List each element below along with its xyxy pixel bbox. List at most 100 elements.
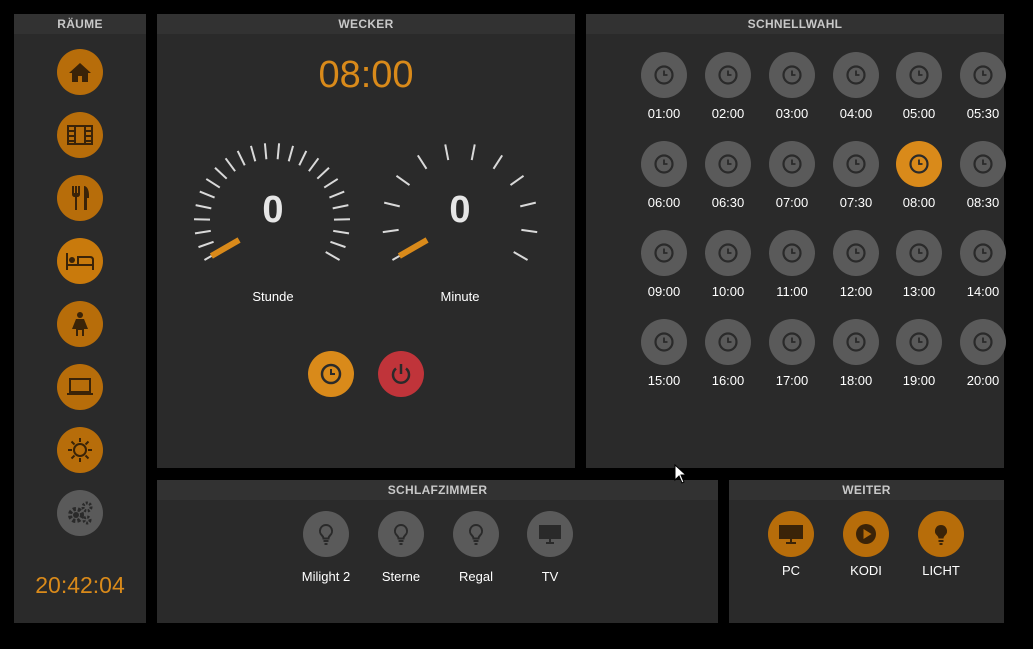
- device-pc[interactable]: PC: [751, 511, 831, 578]
- fork-knife-icon: [72, 186, 89, 210]
- quick-time-0730[interactable]: 07:30: [828, 141, 884, 210]
- clock-icon: [782, 65, 802, 85]
- home-icon: [69, 63, 91, 82]
- clock-button[interactable]: [833, 319, 879, 365]
- clock-button[interactable]: [641, 52, 687, 98]
- clock-icon: [973, 65, 993, 85]
- clock-button[interactable]: [896, 52, 942, 98]
- clock-button[interactable]: [769, 141, 815, 187]
- clock-button[interactable]: [896, 319, 942, 365]
- quick-time-label: 17:00: [775, 373, 809, 388]
- dial-tick: [236, 150, 246, 166]
- room-child-button[interactable]: [57, 301, 103, 347]
- quick-time-0500[interactable]: 05:00: [891, 52, 947, 121]
- gears-icon: [68, 501, 93, 525]
- clock-icon: [909, 243, 929, 263]
- quick-time-1800[interactable]: 18:00: [828, 319, 884, 388]
- clock-button[interactable]: [896, 230, 942, 276]
- quick-time-0600[interactable]: 06:00: [636, 141, 692, 210]
- hour-value: 0: [262, 189, 284, 231]
- dial-tick: [194, 229, 211, 235]
- dial-tick: [329, 190, 345, 199]
- quick-time-1100[interactable]: 11:00: [764, 230, 820, 299]
- clock-icon: [718, 332, 738, 352]
- quick-time-label: 07:30: [839, 195, 873, 210]
- clock-button[interactable]: [960, 141, 1006, 187]
- quick-time-label: 03:00: [775, 106, 809, 121]
- quick-time-0400[interactable]: 04:00: [828, 52, 884, 121]
- device-label: Sterne: [381, 569, 421, 584]
- clock-button[interactable]: [705, 230, 751, 276]
- clock-button[interactable]: [705, 141, 751, 187]
- clock-icon: [909, 332, 929, 352]
- clock-button[interactable]: [705, 52, 751, 98]
- quick-time-1600[interactable]: 16:00: [700, 319, 756, 388]
- quick-time-2000[interactable]: 20:00: [955, 319, 1011, 388]
- set-alarm-button[interactable]: [308, 351, 354, 397]
- quick-time-0300[interactable]: 03:00: [764, 52, 820, 121]
- quick-time-1200[interactable]: 12:00: [828, 230, 884, 299]
- device-milight[interactable]: Milight 2: [286, 511, 366, 584]
- clock-button[interactable]: [833, 230, 879, 276]
- quick-time-0630[interactable]: 06:30: [700, 141, 756, 210]
- clock-icon: [320, 363, 342, 385]
- quick-time-label: 19:00: [902, 373, 936, 388]
- clock-button[interactable]: [960, 230, 1006, 276]
- clock-button[interactable]: [833, 141, 879, 187]
- room-home-button[interactable]: [57, 49, 103, 95]
- clock-button[interactable]: [641, 141, 687, 187]
- minute-value: 0: [449, 189, 471, 231]
- quick-time-1400[interactable]: 14:00: [955, 230, 1011, 299]
- room-outdoor-button[interactable]: [57, 427, 103, 473]
- room-tv-button[interactable]: [57, 112, 103, 158]
- quick-time-1900[interactable]: 19:00: [891, 319, 947, 388]
- device-label: Milight 2: [301, 569, 351, 584]
- clock-button[interactable]: [769, 319, 815, 365]
- clock-button[interactable]: [960, 319, 1006, 365]
- room-office-button[interactable]: [57, 364, 103, 410]
- device-licht[interactable]: LICHT: [901, 511, 981, 578]
- more-title: WEITER: [729, 480, 1004, 500]
- clock-button[interactable]: [769, 230, 815, 276]
- dial-needle: [397, 237, 429, 259]
- clock-button[interactable]: [960, 52, 1006, 98]
- clock-icon: [846, 65, 866, 85]
- quick-time-0830[interactable]: 08:30: [955, 141, 1011, 210]
- clock-icon: [782, 243, 802, 263]
- quick-time-0800[interactable]: 08:00: [891, 141, 947, 210]
- clock-button[interactable]: [641, 230, 687, 276]
- device-sterne[interactable]: Sterne: [361, 511, 441, 584]
- monitor-icon: [779, 525, 803, 544]
- quick-time-1500[interactable]: 15:00: [636, 319, 692, 388]
- clock-icon: [973, 332, 993, 352]
- quick-time-1300[interactable]: 13:00: [891, 230, 947, 299]
- quick-time-0700[interactable]: 07:00: [764, 141, 820, 210]
- quick-time-0530[interactable]: 05:30: [955, 52, 1011, 121]
- clock-button[interactable]: [769, 52, 815, 98]
- quick-time-1000[interactable]: 10:00: [700, 230, 756, 299]
- clock-button[interactable]: [705, 319, 751, 365]
- dial-tick: [383, 201, 400, 208]
- alarm-power-button[interactable]: [378, 351, 424, 397]
- dial-tick: [416, 154, 428, 170]
- device-tv[interactable]: TV: [510, 511, 590, 584]
- device-kodi[interactable]: KODI: [826, 511, 906, 578]
- room-kitchen-button[interactable]: [57, 175, 103, 221]
- room-bedroom-button[interactable]: [57, 238, 103, 284]
- clock-icon: [909, 154, 929, 174]
- device-regal[interactable]: Regal: [436, 511, 516, 584]
- clock-button[interactable]: [641, 319, 687, 365]
- quick-time-0100[interactable]: 01:00: [636, 52, 692, 121]
- dial-tick: [444, 144, 450, 161]
- clock-icon: [782, 332, 802, 352]
- quick-time-0900[interactable]: 09:00: [636, 230, 692, 299]
- quick-time-1700[interactable]: 17:00: [764, 319, 820, 388]
- dial-tick: [214, 167, 228, 180]
- quick-time-label: 04:00: [839, 106, 873, 121]
- bedroom-title: SCHLAFZIMMER: [157, 480, 718, 500]
- quick-time-0200[interactable]: 02:00: [700, 52, 756, 121]
- dial-tick: [520, 201, 537, 208]
- clock-button[interactable]: [833, 52, 879, 98]
- settings-button[interactable]: [57, 490, 103, 536]
- clock-button[interactable]: [896, 141, 942, 187]
